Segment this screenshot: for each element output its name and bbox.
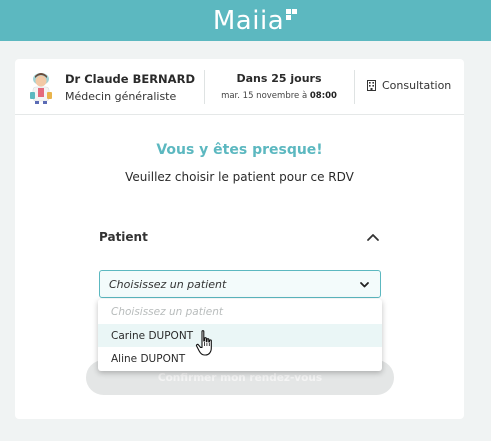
page-subtitle: Veuillez choisir le patient pour ce RDV: [125, 170, 354, 184]
appointment-date-prefix: mar. 15 novembre à: [221, 91, 308, 101]
patient-option-aline-dupont[interactable]: Aline DUPONT: [98, 347, 382, 370]
patient-dropdown-menu: Choisissez un patient Carine DUPONT Alin…: [98, 299, 382, 371]
appointment-relative-date: Dans 25 jours: [236, 72, 322, 85]
doctor-specialty: Médecin généraliste: [65, 90, 177, 103]
patient-select-value: Choisissez un patient: [109, 278, 227, 291]
doctor-name: Dr Claude BERNARD: [65, 72, 195, 86]
logo-text: Maiia: [212, 5, 285, 36]
header-divider: [204, 70, 205, 104]
chevron-up-icon[interactable]: [365, 230, 381, 244]
building-icon: [367, 80, 376, 91]
patient-option-placeholder: Choisissez un patient: [111, 305, 223, 318]
page-title: Vous y êtes presque!: [156, 142, 323, 158]
doctor-avatar: [30, 73, 52, 104]
appointment-type-label: Consultation: [382, 79, 452, 92]
logo-squares-icon: [286, 8, 298, 20]
appointment-summary: Dr Claude BERNARD Médecin généraliste Da…: [15, 59, 464, 115]
patient-option-carine-dupont[interactable]: Carine DUPONT: [98, 324, 382, 347]
header-divider: [354, 70, 355, 104]
patient-label: Patient: [99, 230, 148, 244]
appointment-date: mar. 15 novembre à 08:00: [211, 91, 347, 101]
top-bar: Maiia: [0, 0, 491, 41]
chevron-down-icon: [360, 282, 369, 288]
appointment-time: 08:00: [309, 91, 337, 101]
maiia-logo[interactable]: Maiia: [212, 5, 298, 36]
patient-select[interactable]: Choisissez un patient: [99, 270, 381, 298]
appointment-type: Consultation: [367, 79, 451, 92]
